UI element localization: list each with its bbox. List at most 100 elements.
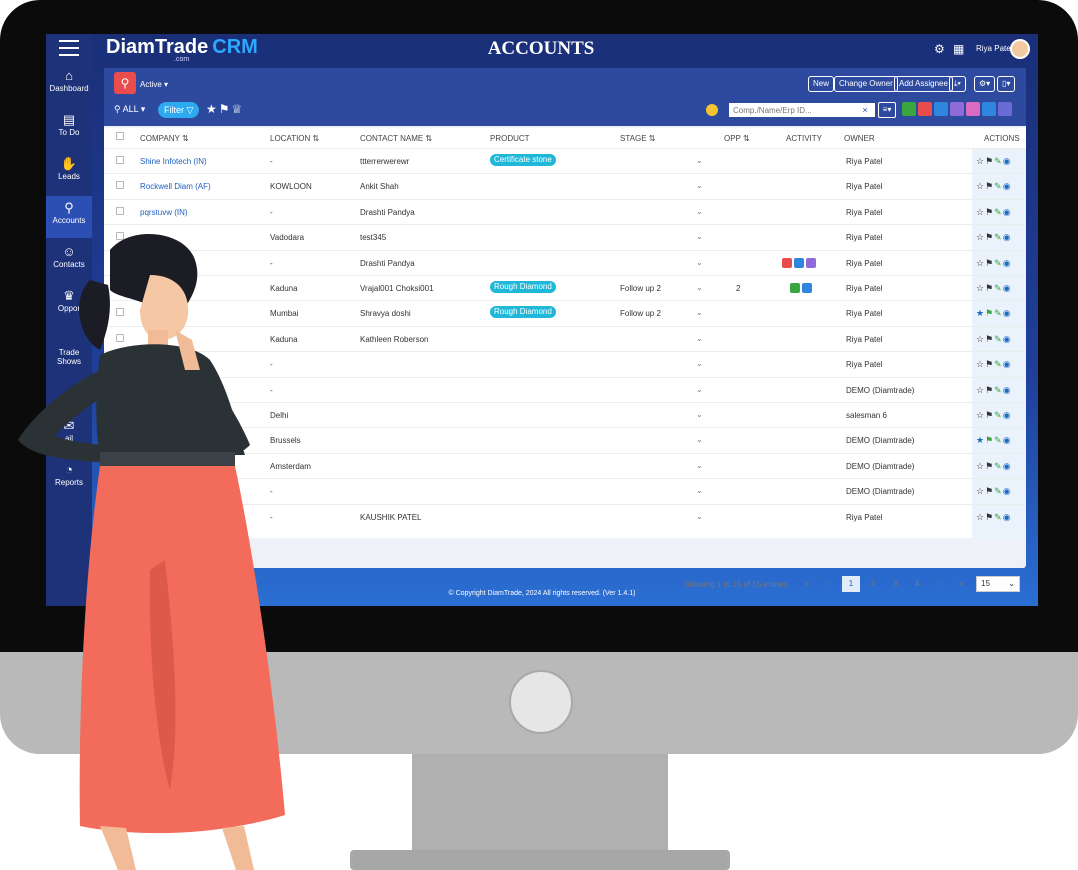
view-icon[interactable]: ◉ [1003,181,1012,191]
gear-icon[interactable]: ⚙ [934,42,945,56]
stage-chevron-down-icon[interactable]: ⌄ [696,156,703,165]
select-all-checkbox[interactable] [116,132,124,140]
edit-icon[interactable]: ✎ [994,308,1003,318]
phone-icon[interactable] [902,102,916,116]
star-icon[interactable]: ☆ [976,486,985,496]
stage-chevron-down-icon[interactable]: ⌄ [696,359,703,368]
star-icon[interactable]: ☆ [976,156,985,166]
flag-icon[interactable]: ⚑ [985,258,994,268]
edit-icon[interactable]: ✎ [994,435,1003,445]
col-location[interactable]: LOCATION ⇅ [270,134,319,143]
edit-icon[interactable]: ✎ [994,283,1003,293]
flag-icon[interactable]: ⚑ [985,308,994,318]
star-icon[interactable]: ★ [976,308,985,318]
view-icon[interactable]: ◉ [1003,461,1012,471]
owner-filter[interactable]: ⚲ ALL ▾ [114,104,145,115]
change-owner-button[interactable]: Change Owner [834,76,898,92]
flag-icon[interactable]: ⚑ [985,207,994,217]
edit-icon[interactable]: ✎ [994,156,1003,166]
sidebar-item-todo[interactable]: ▤ To Do [46,108,92,150]
table-row[interactable]: pqrstuvw (IN) - Drashti Pandya ⌄ Riya Patel ☆… [104,198,1026,224]
view-icon[interactable]: ◉ [1003,435,1012,445]
edit-icon[interactable]: ✎ [994,181,1003,191]
new-button[interactable]: New [808,76,835,92]
add-assignee-button[interactable]: Add Assignee [894,76,953,92]
flag-icon[interactable]: ⚑ [985,486,994,496]
star-icon[interactable]: ☆ [976,207,985,217]
calendar-task-icon[interactable] [966,102,980,116]
view-icon[interactable]: ◉ [1003,512,1012,522]
stage-chevron-down-icon[interactable]: ⌄ [696,232,703,241]
view-icon[interactable]: ◉ [1003,410,1012,420]
flag-icon[interactable]: ⚑ [985,512,994,522]
row-checkbox[interactable] [116,156,124,164]
star-icon[interactable]: ★ [976,435,985,445]
menu-icon[interactable] [59,40,79,56]
star-icon[interactable]: ☆ [976,258,985,268]
stage-chevron-down-icon[interactable]: ⌄ [696,258,703,267]
edit-icon[interactable]: ✎ [994,461,1003,471]
edit-icon[interactable]: ✎ [994,232,1003,242]
sort-icon[interactable]: ≡▾ [878,102,896,118]
refresh-icon[interactable] [998,102,1012,116]
star-icon[interactable]: ★ [206,102,219,116]
view-icon[interactable]: ◉ [1003,308,1012,318]
star-icon[interactable]: ☆ [976,385,985,395]
table-row[interactable]: Rockwell Diam (AF) KOWLOON Ankit Shah ⌄ Riya… [104,173,1026,198]
stage-chevron-down-icon[interactable]: ⌄ [696,512,703,521]
email-icon[interactable] [918,102,932,116]
flag-icon[interactable]: ⚑ [985,232,994,242]
stage-chevron-down-icon[interactable]: ⌄ [696,207,703,216]
view-icon[interactable]: ◉ [1003,334,1012,344]
flag-icon[interactable]: ⚑ [985,410,994,420]
view-icon[interactable]: ◉ [1003,232,1012,242]
search-input[interactable] [728,102,876,118]
view-icon[interactable]: ◉ [1003,258,1012,268]
stage-chevron-down-icon[interactable]: ⌄ [696,486,703,495]
crown-icon[interactable]: ♕ [232,102,245,116]
meeting-icon[interactable] [802,283,812,293]
edit-icon[interactable]: ✎ [994,410,1003,420]
edit-icon[interactable]: ✎ [994,359,1003,369]
sidebar-item-dashboard[interactable]: ⌂ Dashboard [46,64,92,106]
view-icon[interactable]: ◉ [1003,283,1012,293]
download-icon[interactable]: ⤓▾ [949,76,966,92]
company-link[interactable]: Shine Infotech (IN) [140,157,207,166]
company-link[interactable]: Rockwell Diam (AF) [140,182,211,191]
company-link[interactable]: pqrstuvw (IN) [140,208,188,217]
col-stage[interactable]: STAGE ⇅ [620,134,655,143]
view-icon[interactable]: ◉ [1003,156,1012,166]
meeting-icon[interactable] [934,102,948,116]
stage-chevron-down-icon[interactable]: ⌄ [696,308,703,317]
meeting-icon[interactable] [794,257,804,268]
document-icon[interactable]: ▯▾ [997,76,1016,92]
star-icon[interactable]: ☆ [976,181,985,191]
flag-icon[interactable]: ⚑ [219,102,232,116]
col-contact-name[interactable]: CONTACT NAME ⇅ [360,134,432,143]
table-row[interactable]: Shine Infotech (IN) - ttterrerwerewr Certif… [104,148,1026,173]
view-icon[interactable]: ◉ [1003,385,1012,395]
star-icon[interactable]: ☆ [976,461,985,471]
flag-icon[interactable]: ⚑ [985,359,994,369]
star-icon[interactable]: ☆ [976,232,985,242]
star-icon[interactable]: ☆ [976,334,985,344]
edit-icon[interactable]: ✎ [994,385,1003,395]
view-icon[interactable]: ◉ [1003,207,1012,217]
search-clear-button[interactable]: × [856,102,874,118]
flag-icon[interactable]: ⚑ [985,156,994,166]
settings-dropdown-icon[interactable]: ⚙▾ [974,76,996,92]
flag-icon[interactable]: ⚑ [985,385,994,395]
coin-icon[interactable] [706,104,718,116]
flag-icon[interactable]: ⚑ [985,283,994,293]
col-opp[interactable]: OPP ⇅ [724,134,750,143]
view-icon[interactable]: ◉ [1003,486,1012,496]
edit-icon[interactable]: ✎ [994,334,1003,344]
note-icon[interactable] [982,102,996,116]
star-icon[interactable]: ☆ [976,512,985,522]
stage-chevron-down-icon[interactable]: ⌄ [696,334,703,343]
message-icon[interactable] [950,102,964,116]
status-dropdown[interactable]: Active ▾ [140,80,168,89]
filter-button[interactable]: Filter ▽ [158,102,200,118]
stage-chevron-down-icon[interactable]: ⌄ [696,385,703,394]
col-company[interactable]: COMPANY ⇅ [140,134,189,143]
